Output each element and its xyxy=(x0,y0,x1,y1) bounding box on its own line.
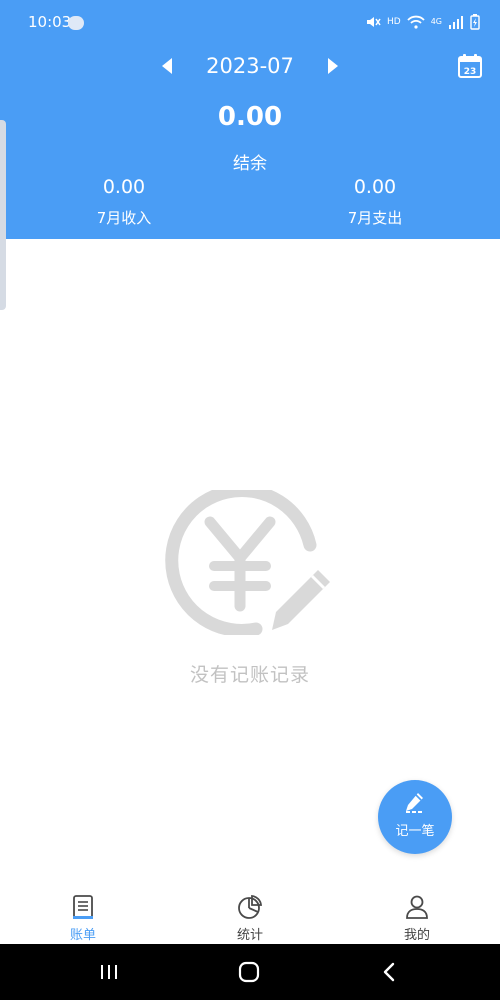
tab-statistics[interactable]: 统计 xyxy=(200,886,300,944)
empty-message: 没有记账记录 xyxy=(189,664,310,686)
caret-left-icon xyxy=(162,58,172,74)
tab-bill[interactable]: 账单 xyxy=(33,886,133,944)
hd-indicator: HD xyxy=(387,17,401,27)
recents-icon xyxy=(101,965,117,979)
add-record-label: 记一笔 xyxy=(395,824,435,839)
next-month-button[interactable] xyxy=(322,52,344,80)
month-selector: 2023-07 23 xyxy=(0,46,500,86)
calendar-button[interactable]: 23 xyxy=(454,50,486,82)
tab-bill-label: 账单 xyxy=(69,928,96,943)
balance-label: 结余 xyxy=(233,154,267,174)
tab-mine-label: 我的 xyxy=(403,928,430,943)
add-record-button[interactable]: 记一笔 xyxy=(378,780,452,854)
expense-value: 0.00 xyxy=(353,176,397,198)
tab-mine[interactable]: 我的 xyxy=(367,886,467,944)
income-label: 7月收入 xyxy=(96,209,152,227)
pencil-icon xyxy=(406,793,423,813)
previous-month-button[interactable] xyxy=(156,52,178,80)
calendar-icon: 23 xyxy=(458,54,482,78)
notification-icon xyxy=(68,16,84,30)
home-icon xyxy=(238,961,260,983)
tab-statistics-label: 统计 xyxy=(236,928,263,943)
header: 10:03 HD 4G 2023-07 23 0.00 结余 0.00 7月收入… xyxy=(0,0,500,239)
status-bar: 10:03 HD 4G xyxy=(0,0,500,44)
back-button[interactable] xyxy=(369,958,409,986)
battery-icon xyxy=(470,14,480,30)
income-value: 0.00 xyxy=(102,176,146,198)
balance-value: 0.00 xyxy=(217,102,283,132)
signal-icon xyxy=(449,16,463,29)
person-icon xyxy=(406,895,428,919)
yen-pencil-icon xyxy=(165,490,330,635)
bottom-tab-bar: 账单 统计 我的 xyxy=(0,886,500,944)
calendar-day: 23 xyxy=(464,67,477,77)
home-button[interactable] xyxy=(229,958,269,986)
edge-panel-handle[interactable] xyxy=(0,120,6,310)
back-icon xyxy=(383,962,395,982)
system-nav-bar xyxy=(0,944,500,1000)
wifi-icon xyxy=(407,15,425,29)
caret-right-icon xyxy=(328,58,338,74)
mute-icon xyxy=(367,17,381,27)
status-icons: HD 4G xyxy=(365,13,480,31)
bill-icon xyxy=(73,895,93,919)
pie-chart-icon xyxy=(238,895,262,919)
network-type: 4G xyxy=(430,17,442,26)
recent-apps-button[interactable] xyxy=(89,958,129,986)
expense-label: 7月支出 xyxy=(347,209,403,227)
month-label[interactable]: 2023-07 xyxy=(190,54,310,78)
status-time: 10:03 xyxy=(28,13,72,31)
